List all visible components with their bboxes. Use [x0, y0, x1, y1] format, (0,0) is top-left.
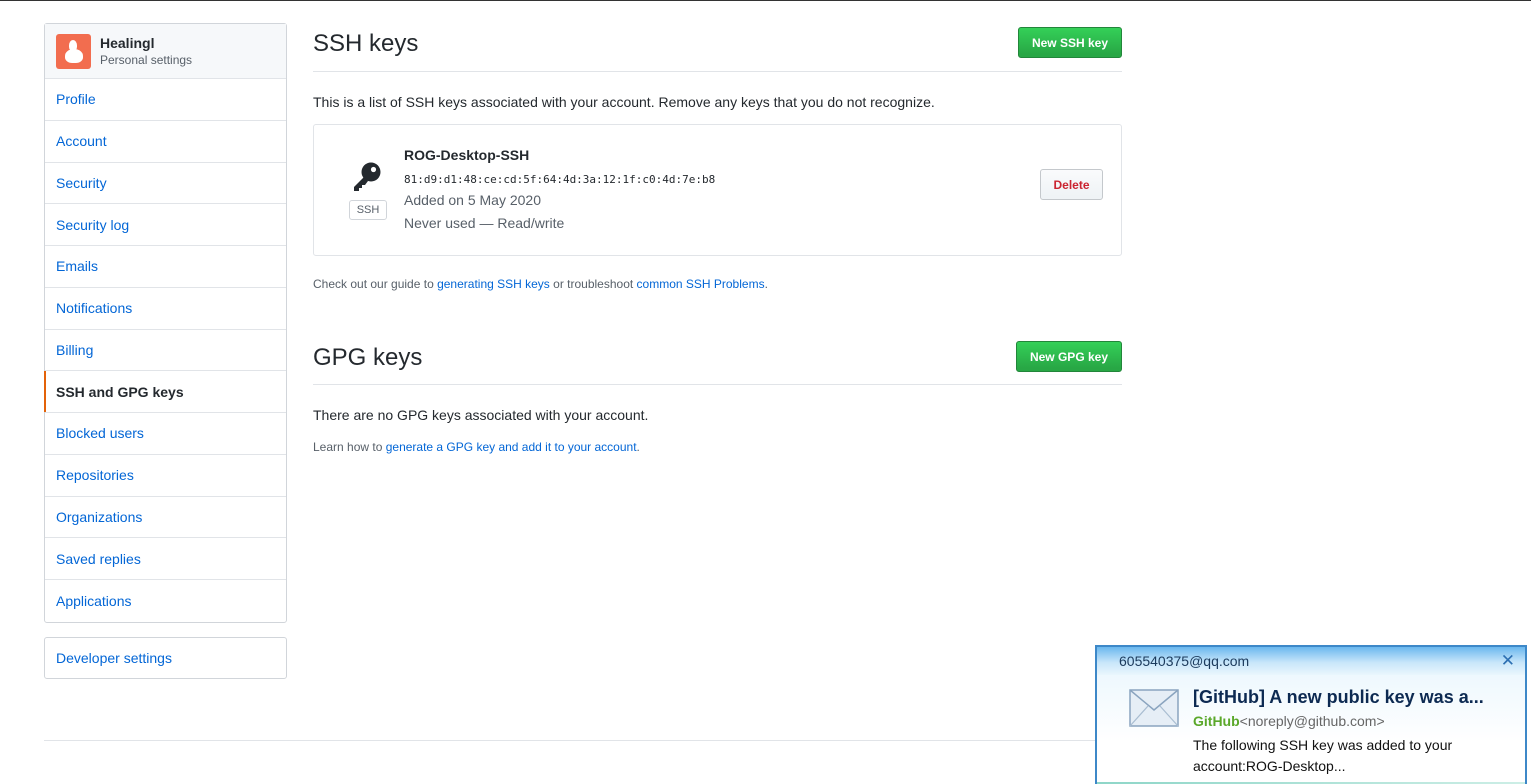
ssh-guide-text: Check out our guide to generating SSH ke… — [313, 277, 768, 291]
ssh-key-added-date: Added on 5 May 2020 — [404, 192, 541, 208]
key-icon — [354, 162, 381, 191]
developer-settings-link[interactable]: Developer settings — [44, 637, 287, 679]
delete-ssh-key-button[interactable]: Delete — [1040, 169, 1103, 200]
sidebar-item-organizations[interactable]: Organizations — [45, 497, 286, 539]
ssh-type-label: SSH — [349, 200, 387, 220]
generate-gpg-key-link[interactable]: generate a GPG key and add it to your ac… — [386, 440, 637, 454]
gpg-heading-divider — [313, 384, 1122, 385]
ssh-key-fingerprint: 81:d9:d1:48:ce:cd:5f:64:4d:3a:12:1f:c0:4… — [404, 173, 716, 186]
ssh-guide-middle: or troubleshoot — [549, 277, 637, 291]
ssh-description: This is a list of SSH keys associated wi… — [313, 94, 935, 110]
ssh-heading-divider — [313, 71, 1122, 72]
sidebar-item-billing[interactable]: Billing — [45, 330, 286, 372]
envelope-icon — [1129, 689, 1179, 727]
settings-sidebar: Healingl Personal settings Profile Accou… — [44, 23, 287, 623]
notification-account: 605540375@qq.com — [1119, 653, 1250, 669]
sidebar-item-blocked-users[interactable]: Blocked users — [45, 413, 286, 455]
new-ssh-key-button[interactable]: New SSH key — [1018, 27, 1122, 58]
sidebar-item-applications[interactable]: Applications — [45, 580, 286, 622]
sidebar-item-repositories[interactable]: Repositories — [45, 455, 286, 497]
sender-address: <noreply@github.com> — [1239, 713, 1385, 729]
footer-divider — [44, 740, 1104, 741]
ssh-key-item: SSH ROG-Desktop-SSH 81:d9:d1:48:ce:cd:5f… — [313, 124, 1122, 256]
notification-header: 605540375@qq.com ✕ — [1097, 647, 1525, 675]
ssh-guide-suffix: . — [764, 277, 768, 291]
ssh-key-name: ROG-Desktop-SSH — [404, 147, 530, 163]
profile-text: Healingl Personal settings — [100, 35, 192, 68]
close-icon[interactable]: ✕ — [1501, 651, 1515, 671]
notification-sender: GitHub<noreply@github.com> — [1193, 713, 1385, 729]
ssh-keys-heading: SSH keys — [313, 30, 419, 57]
gpg-empty-text: There are no GPG keys associated with yo… — [313, 407, 649, 423]
notification-subject: [GitHub] A new public key was a... — [1193, 687, 1484, 707]
notification-body[interactable]: [GitHub] A new public key was a... GitHu… — [1097, 675, 1525, 784]
sidebar-item-notifications[interactable]: Notifications — [45, 288, 286, 330]
gpg-learn-prefix: Learn how to — [313, 440, 386, 454]
sidebar-item-security-log[interactable]: Security log — [45, 204, 286, 246]
sidebar-item-security[interactable]: Security — [45, 163, 286, 205]
ssh-key-usage: Never used — Read/write — [404, 215, 565, 231]
sidebar-item-ssh-gpg-keys[interactable]: SSH and GPG keys — [44, 371, 286, 413]
avatar — [56, 33, 91, 69]
gpg-learn-suffix: . — [636, 440, 640, 454]
sidebar-item-saved-replies[interactable]: Saved replies — [45, 538, 286, 580]
new-gpg-key-button[interactable]: New GPG key — [1016, 341, 1122, 372]
generating-ssh-keys-link[interactable]: generating SSH keys — [437, 277, 550, 291]
sidebar-item-account[interactable]: Account — [45, 121, 286, 163]
profile-subtitle: Personal settings — [100, 52, 193, 67]
sidebar-item-profile[interactable]: Profile — [45, 79, 286, 121]
profile-name: Healingl — [100, 34, 155, 51]
email-notification-popup[interactable]: 605540375@qq.com ✕ [GitHub] A new public… — [1095, 645, 1527, 784]
notification-preview: The following SSH key was added to your … — [1193, 737, 1453, 774]
gpg-keys-heading: GPG keys — [313, 344, 423, 371]
sender-name: GitHub — [1193, 713, 1240, 729]
sidebar-item-emails[interactable]: Emails — [45, 246, 286, 288]
sidebar-profile-header[interactable]: Healingl Personal settings — [45, 24, 286, 79]
window-top-border — [0, 0, 1531, 1]
ssh-guide-prefix: Check out our guide to — [313, 277, 438, 291]
common-ssh-problems-link[interactable]: common SSH Problems — [637, 277, 765, 291]
gpg-learn-text: Learn how to generate a GPG key and add … — [313, 440, 640, 454]
